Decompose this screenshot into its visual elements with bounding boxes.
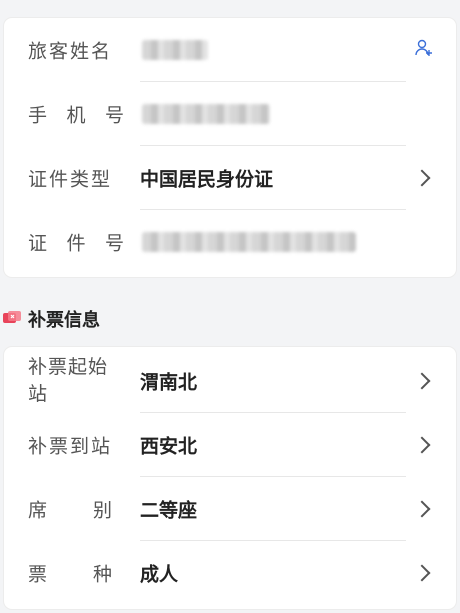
id-type-row[interactable]: 证件类型 中国居民身份证 bbox=[4, 146, 456, 210]
id-number-label: 证 件 号 bbox=[28, 232, 124, 255]
section-title: 补票信息 bbox=[28, 310, 100, 331]
ticket-info-section-header: 补票信息 bbox=[0, 304, 100, 334]
chevron-right-icon bbox=[413, 372, 431, 390]
seat-class-row[interactable]: 席 别 二等座 bbox=[4, 477, 456, 541]
passenger-name-label: 旅客姓名 bbox=[28, 40, 113, 63]
chevron-right-icon bbox=[413, 564, 431, 582]
phone-row[interactable]: 手 机 号 bbox=[4, 82, 456, 146]
passenger-card: 旅客姓名 手 机 号 证件类型 中国居民身份证 证 件 号 bbox=[4, 18, 456, 277]
ticket-type-row[interactable]: 票 种 成人 bbox=[4, 541, 456, 605]
phone-value-redacted[interactable] bbox=[142, 104, 270, 124]
end-station-label: 补票到站 bbox=[28, 435, 113, 458]
passenger-name-value-redacted[interactable] bbox=[142, 40, 208, 60]
id-number-value-redacted[interactable] bbox=[142, 232, 356, 252]
start-station-label: 补票起始站 bbox=[28, 356, 109, 405]
end-station-row[interactable]: 补票到站 西安北 bbox=[4, 413, 456, 477]
passenger-name-row[interactable]: 旅客姓名 bbox=[4, 18, 456, 82]
id-number-row[interactable]: 证 件 号 bbox=[4, 210, 456, 274]
phone-label: 手 机 号 bbox=[28, 104, 124, 127]
id-type-label: 证件类型 bbox=[28, 168, 113, 191]
end-station-value: 西安北 bbox=[140, 435, 198, 458]
chevron-right-icon bbox=[413, 169, 431, 187]
chevron-right-icon bbox=[413, 436, 431, 454]
ticket-type-label: 票 种 bbox=[28, 563, 112, 586]
seat-class-value: 二等座 bbox=[140, 499, 198, 522]
start-station-value: 渭南北 bbox=[140, 371, 198, 394]
ticket-info-card: 补票起始站 渭南北 补票到站 西安北 席 别 二等座 票 种 成人 bbox=[4, 347, 456, 609]
chevron-right-icon bbox=[413, 500, 431, 518]
ticket-icon bbox=[2, 309, 22, 329]
add-user-icon[interactable] bbox=[414, 38, 434, 62]
seat-class-label: 席 别 bbox=[28, 499, 112, 522]
ticket-type-value: 成人 bbox=[140, 563, 179, 586]
start-station-row[interactable]: 补票起始站 渭南北 bbox=[4, 349, 456, 413]
id-type-value: 中国居民身份证 bbox=[140, 168, 274, 191]
